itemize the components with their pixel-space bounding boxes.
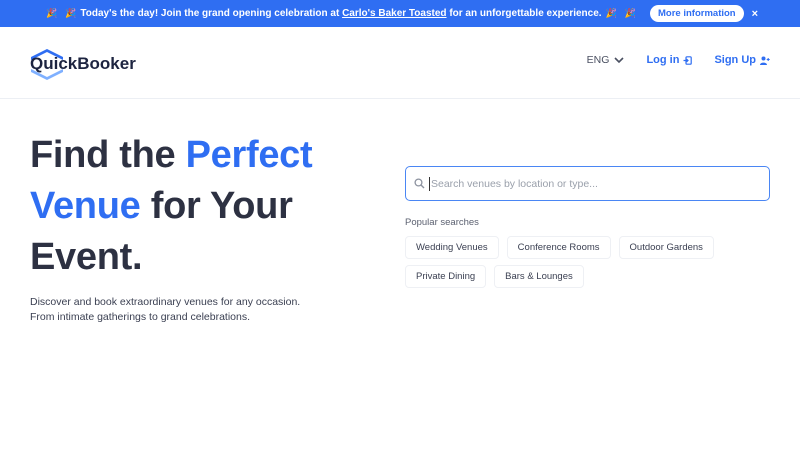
logo-text: QuickBooker (30, 54, 136, 73)
popular-searches-label: Popular searches (405, 217, 479, 228)
banner-venue-link[interactable]: Carlo's Baker Toasted (342, 8, 446, 19)
hero-title-text: Find the (30, 134, 186, 176)
hero-subtitle-line: From intimate gatherings to grand celebr… (30, 311, 251, 323)
login-link[interactable]: Log in (646, 54, 693, 66)
chip-row: Wedding Venues Conference Rooms Outdoor … (405, 236, 785, 259)
chevron-down-icon (614, 56, 625, 63)
party-popper-icon: 🎉 (605, 8, 617, 18)
logo[interactable]: QuickBooker (30, 45, 150, 81)
venue-search-box[interactable] (405, 166, 770, 201)
header-nav: ENG Log in Sign Up (587, 54, 770, 66)
language-selector[interactable]: ENG (587, 54, 625, 66)
hero-title: Find the Perfect Venue for Your Event. (30, 130, 370, 283)
close-icon[interactable]: × (752, 8, 758, 20)
party-popper-icon: 🎉 (624, 8, 637, 18)
hero-title-highlight: Perfect (185, 134, 313, 176)
hero-subtitle-line: Discover and book extraordinary venues f… (30, 296, 301, 308)
hero-title-highlight: Venue (30, 185, 141, 227)
party-popper-icon: 🎉 (65, 8, 77, 18)
chip-bars-lounges[interactable]: Bars & Lounges (494, 265, 584, 288)
site-header: QuickBooker ENG Log in Sign Up (0, 27, 800, 99)
login-icon (683, 55, 693, 65)
user-plus-icon (760, 56, 770, 65)
login-label: Log in (646, 54, 680, 66)
chip-conference-rooms[interactable]: Conference Rooms (506, 236, 611, 259)
party-popper-icon: 🎉 (45, 8, 58, 18)
announcement-banner: 🎉 🎉 Today's the day! Join the grand open… (0, 0, 800, 27)
search-input[interactable] (431, 177, 769, 190)
chip-outdoor-gardens[interactable]: Outdoor Gardens (618, 236, 714, 259)
chip-private-dining[interactable]: Private Dining (405, 265, 487, 288)
chip-wedding-venues[interactable]: Wedding Venues (405, 236, 499, 259)
popular-searches: Wedding Venues Conference Rooms Outdoor … (405, 236, 785, 294)
hero-subtitle: Discover and book extraordinary venues f… (30, 295, 360, 325)
language-label: ENG (586, 54, 610, 66)
banner-message-prefix: Today's the day! Join the grand opening … (80, 8, 340, 19)
more-information-button[interactable]: More information (650, 5, 744, 22)
chip-row: Private Dining Bars & Lounges (405, 265, 785, 288)
search-icon (414, 178, 425, 189)
signup-link[interactable]: Sign Up (714, 54, 770, 66)
banner-message-suffix: for an unforgettable experience. (449, 8, 602, 19)
banner-message: Today's the day! Join the grand opening … (80, 8, 601, 19)
signup-label: Sign Up (714, 54, 756, 66)
text-cursor (429, 176, 430, 191)
